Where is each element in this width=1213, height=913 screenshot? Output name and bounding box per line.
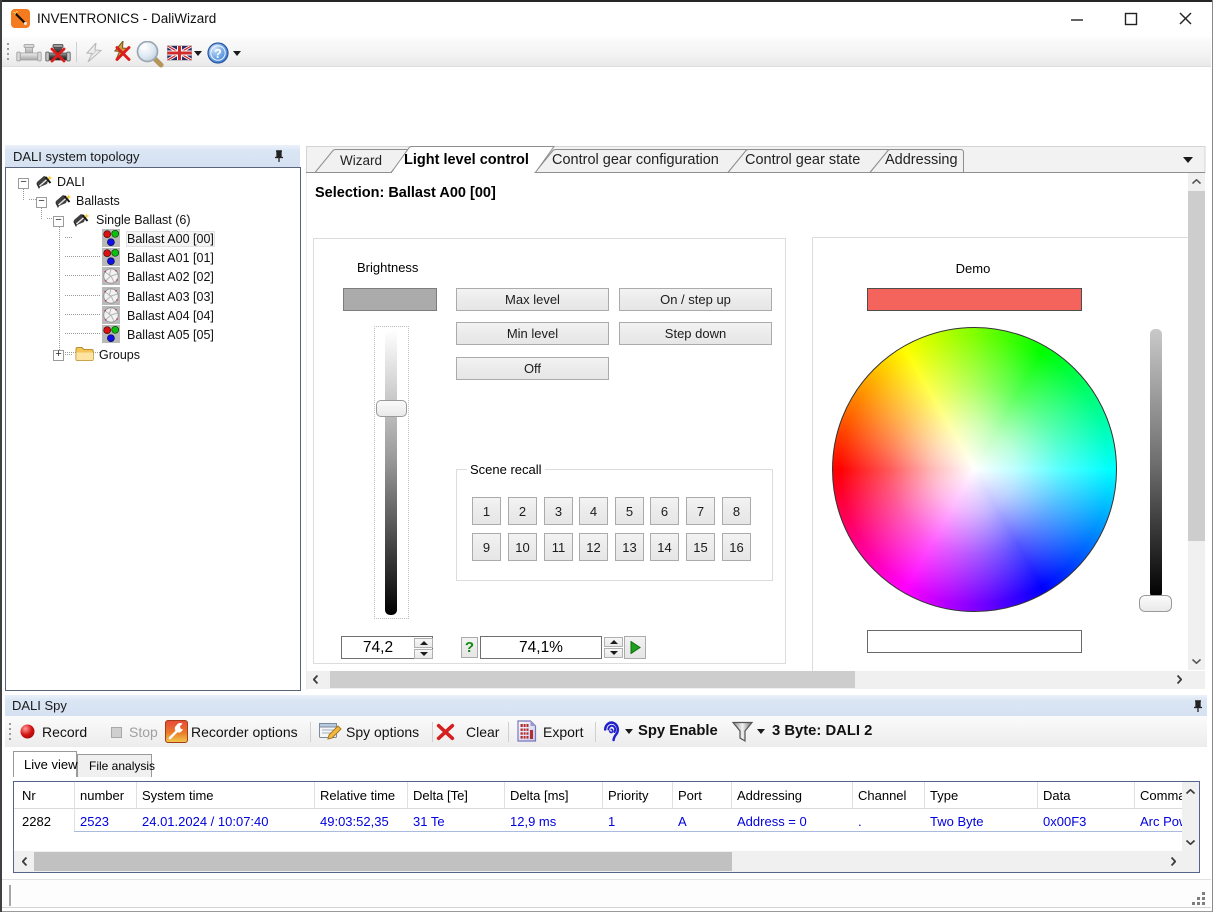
svg-text:?: ? — [214, 47, 222, 61]
